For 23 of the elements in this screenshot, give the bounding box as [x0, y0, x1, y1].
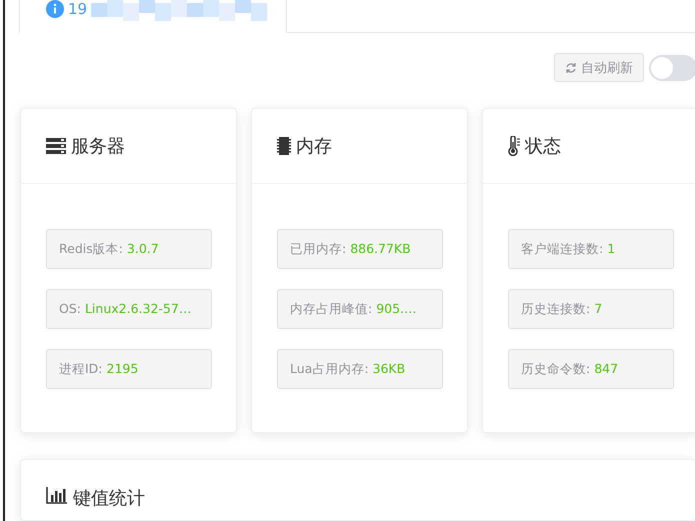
tab[interactable]: 19	[19, 0, 287, 33]
info-item: 已用内存: 886.77KB	[277, 229, 443, 269]
auto-refresh-switch[interactable]	[649, 54, 695, 80]
info-item: 历史命令数: 847	[508, 349, 674, 389]
info-item: 内存占用峰值: 905.…	[277, 289, 443, 329]
tab-label: 19	[68, 0, 88, 18]
card-title: 内存	[296, 135, 332, 158]
info-item: 客户端连接数: 1	[508, 229, 674, 269]
thermometer-icon	[508, 136, 520, 156]
info-item: 历史连接数: 7	[508, 289, 674, 329]
info-item: OS: Linux2.6.32-57…	[46, 289, 212, 329]
card-title: 服务器	[71, 135, 125, 158]
info-item: 进程ID: 2195	[46, 349, 212, 389]
refresh-icon	[565, 62, 577, 74]
info-item: Redis版本: 3.0.7	[46, 229, 212, 269]
server-icon	[46, 138, 66, 154]
card-title: 状态	[525, 135, 561, 158]
card-title: 键值统计	[73, 487, 145, 510]
info-item: Lua占用内存: 36KB	[277, 349, 443, 389]
info-icon	[46, 0, 64, 18]
chip-icon	[277, 137, 291, 155]
auto-refresh-button[interactable]: 自动刷新	[554, 53, 644, 82]
bar-chart-icon	[46, 486, 68, 504]
